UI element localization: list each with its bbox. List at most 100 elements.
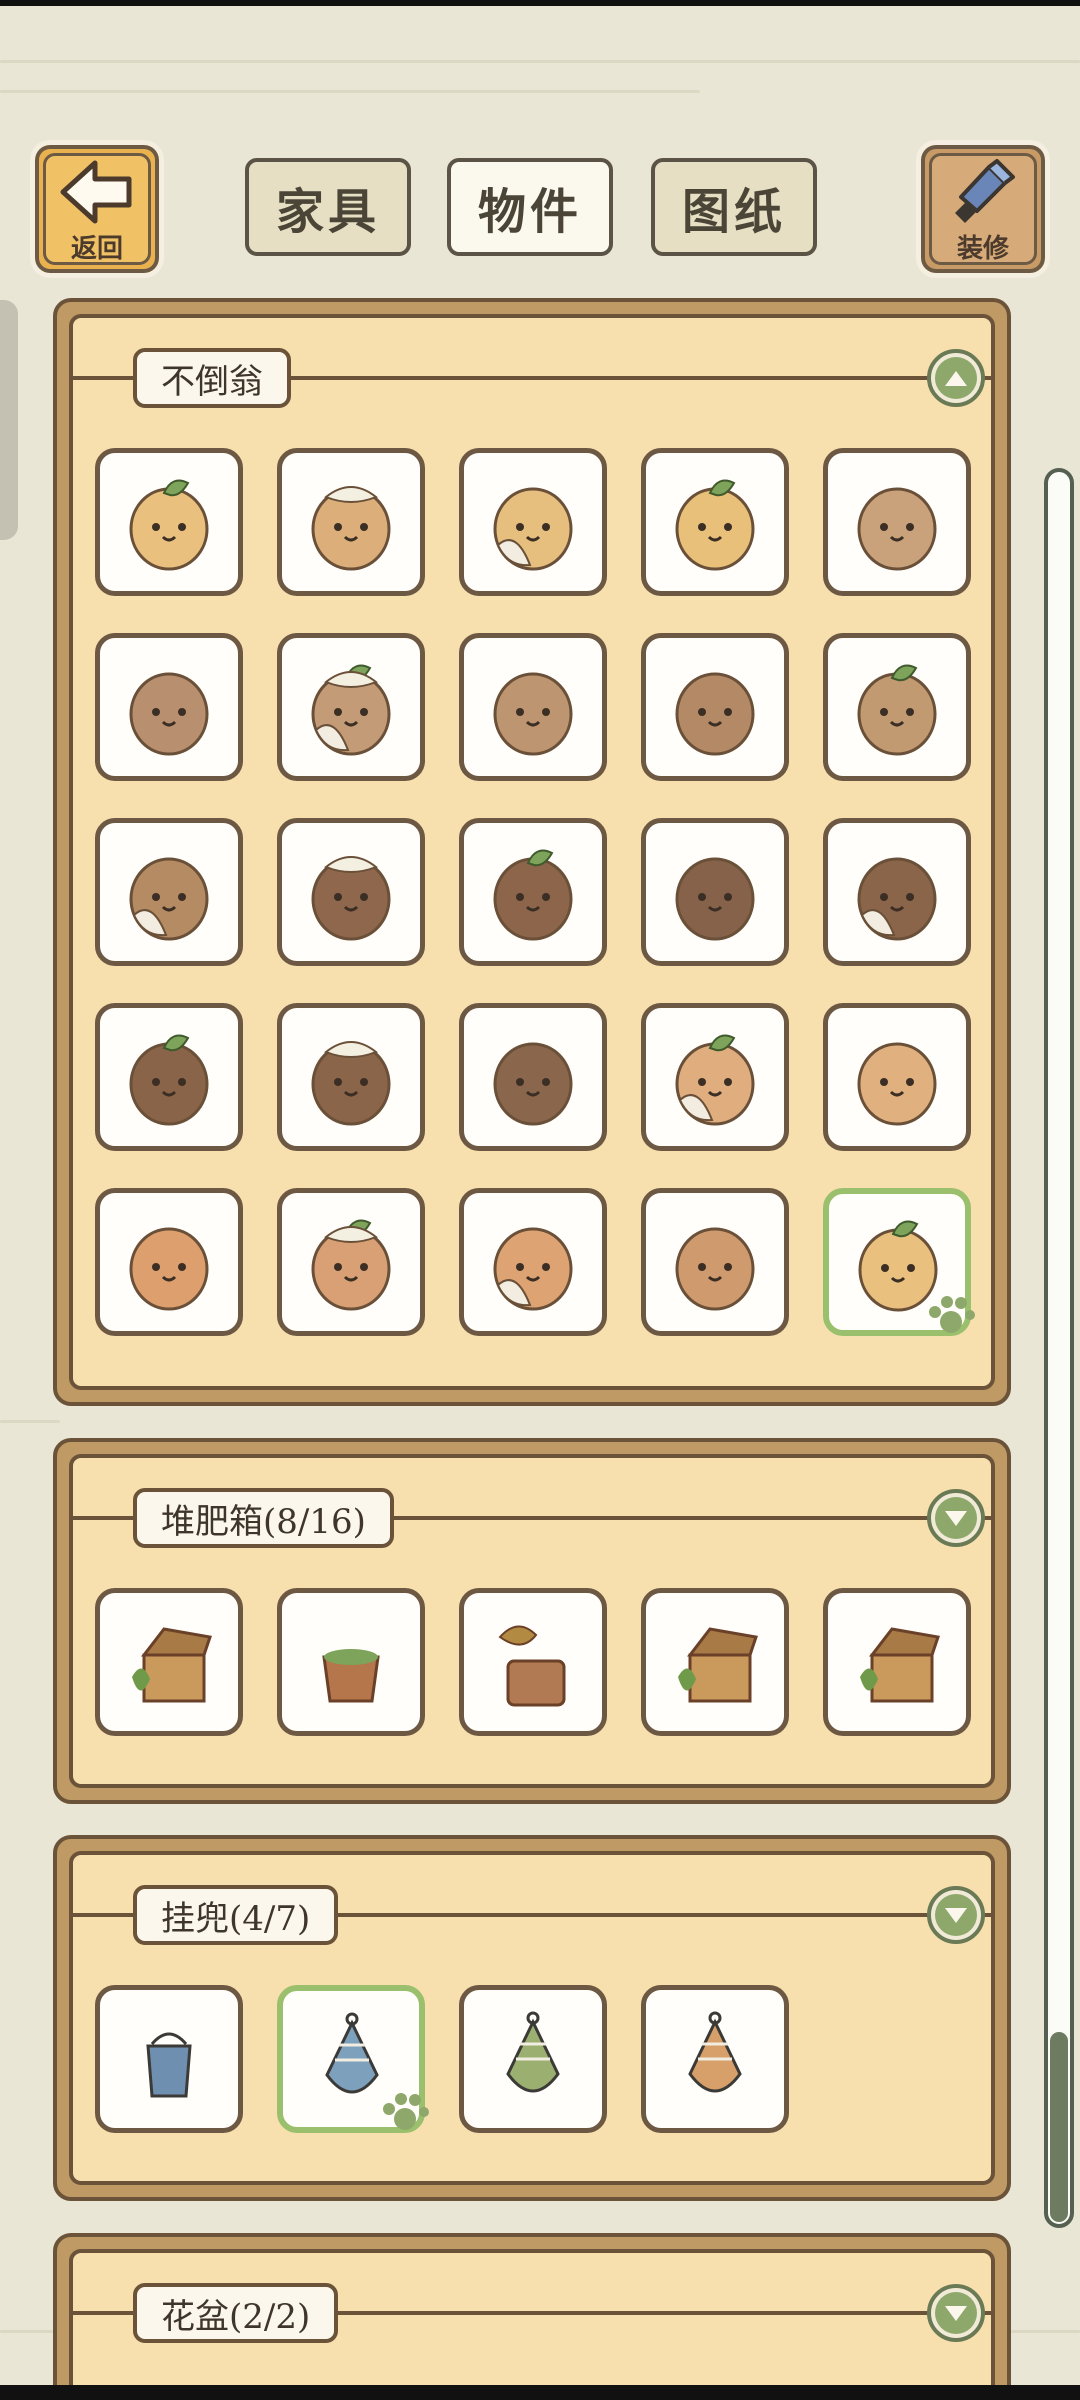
tumbler-icon: [311, 664, 391, 756]
hanging-bag-icon: [506, 2011, 560, 2093]
tumbler-icon: [675, 1227, 755, 1311]
hanging-bag-item[interactable]: [95, 1985, 243, 2133]
tumbler-item[interactable]: [459, 448, 607, 596]
tumbler-icon: [311, 856, 391, 941]
tumbler-item[interactable]: [459, 1003, 607, 1151]
tumbler-item[interactable]: [823, 1003, 971, 1151]
hanging-bag-item[interactable]: [459, 1985, 607, 2133]
section-compost-box: 堆肥箱(8/16): [53, 1438, 1011, 1804]
navigation-bar-edge: [0, 2385, 1080, 2400]
scrollbar[interactable]: [1044, 468, 1074, 2228]
tumbler-icon: [675, 672, 755, 756]
tumbler-icon: [311, 1219, 391, 1311]
tumbler-icon: [857, 1042, 937, 1126]
tumbler-icon: [311, 486, 391, 571]
tumbler-item[interactable]: [823, 448, 971, 596]
tumbler-item[interactable]: [277, 1188, 425, 1336]
back-label: 返回: [70, 234, 123, 264]
tumbler-icon: [129, 672, 209, 756]
chevron-down-icon: [945, 1511, 967, 1526]
compost-box-icon: [322, 1649, 380, 1703]
tumbler-item[interactable]: [641, 818, 789, 966]
tumbler-icon: [493, 672, 573, 756]
compost-box-item[interactable]: [277, 1588, 425, 1736]
hanging-bag-icon: [688, 2011, 742, 2093]
section-title: 堆肥箱(8/16): [133, 1488, 394, 1548]
compost-box-icon: [860, 1627, 940, 1703]
tumbler-icon: [129, 479, 209, 571]
tab-furniture[interactable]: 家具: [245, 158, 411, 256]
frog-paw-icon: [383, 2093, 429, 2130]
frog-paw-icon: [929, 1296, 975, 1333]
tumbler-icon: [675, 479, 755, 571]
tumbler-icon: [857, 857, 937, 941]
wood-grain: [0, 60, 1080, 63]
compost-box-item[interactable]: [459, 1588, 607, 1736]
chevron-up-icon: [945, 371, 967, 386]
tumbler-icon: [493, 487, 573, 571]
compost-box-item[interactable]: [823, 1588, 971, 1736]
tumbler-item[interactable]: [641, 1188, 789, 1336]
section-toggle-button[interactable]: [927, 1489, 985, 1547]
tumbler-icon: [857, 487, 937, 571]
tumbler-item[interactable]: [823, 818, 971, 966]
compost-box-icon: [498, 1625, 566, 1707]
tumbler-item[interactable]: [95, 1003, 243, 1151]
tumbler-icon: [493, 849, 573, 941]
tumbler-item[interactable]: [641, 1003, 789, 1151]
tumbler-item[interactable]: [459, 1188, 607, 1336]
tumbler-icon: [493, 1042, 573, 1126]
scrollbar-thumb[interactable]: [1050, 2032, 1068, 2222]
hanging-bag-icon: [146, 2032, 192, 2098]
section-tumbler: 不倒翁: [53, 298, 1011, 1406]
wood-grain: [0, 1420, 60, 1423]
section-hanging-bag: 挂兜(4/7): [53, 1835, 1011, 2201]
compost-box-icon: [132, 1627, 212, 1703]
tumbler-icon: [129, 857, 209, 941]
decorate-button[interactable]: 装修: [916, 140, 1050, 278]
tumbler-icon: [129, 1034, 209, 1126]
tumbler-icon: [675, 1034, 755, 1126]
tumbler-item[interactable]: [641, 448, 789, 596]
paint-brush-icon: [955, 159, 1015, 223]
tumbler-icon: [493, 1227, 573, 1311]
section-toggle-button[interactable]: [927, 349, 985, 407]
compost-box-item[interactable]: [95, 1588, 243, 1736]
section-flower-pot: 花盆(2/2): [53, 2233, 1011, 2400]
tumbler-item[interactable]: [277, 1003, 425, 1151]
side-drawer-handle[interactable]: [0, 300, 18, 540]
section-title: 不倒翁: [133, 348, 291, 408]
back-arrow-icon: [60, 160, 132, 224]
status-bar-edge: [0, 0, 1080, 6]
section-title: 挂兜(4/7): [133, 1885, 339, 1945]
tumbler-item[interactable]: [459, 818, 607, 966]
tumbler-icon: [675, 857, 755, 941]
section-title: 花盆(2/2): [133, 2283, 339, 2343]
chevron-down-icon: [945, 1908, 967, 1923]
tumbler-icon: [857, 664, 937, 756]
back-button[interactable]: 返回: [30, 140, 164, 278]
tumbler-item[interactable]: [823, 1188, 975, 1336]
tumbler-item[interactable]: [641, 633, 789, 781]
tumbler-item[interactable]: [277, 448, 425, 596]
section-toggle-button[interactable]: [927, 1886, 985, 1944]
tab-blueprints[interactable]: 图纸: [651, 158, 817, 256]
chevron-down-icon: [945, 2306, 967, 2321]
tumbler-item[interactable]: [95, 1188, 243, 1336]
tumbler-item[interactable]: [823, 633, 971, 781]
compost-box-item[interactable]: [641, 1588, 789, 1736]
section-toggle-button[interactable]: [927, 2284, 985, 2342]
tumbler-item[interactable]: [95, 633, 243, 781]
hanging-bag-item[interactable]: [641, 1985, 789, 2133]
decorate-label: 装修: [956, 234, 1009, 264]
hanging-bag-item[interactable]: [277, 1985, 429, 2133]
tumbler-item[interactable]: [459, 633, 607, 781]
tumbler-item[interactable]: [277, 633, 425, 781]
tumbler-icon: [129, 1227, 209, 1311]
compost-box-icon: [678, 1627, 758, 1703]
tumbler-item[interactable]: [95, 818, 243, 966]
tumbler-item[interactable]: [277, 818, 425, 966]
tab-items[interactable]: 物件: [447, 158, 613, 256]
tumbler-icon: [311, 1041, 391, 1126]
tumbler-item[interactable]: [95, 448, 243, 596]
